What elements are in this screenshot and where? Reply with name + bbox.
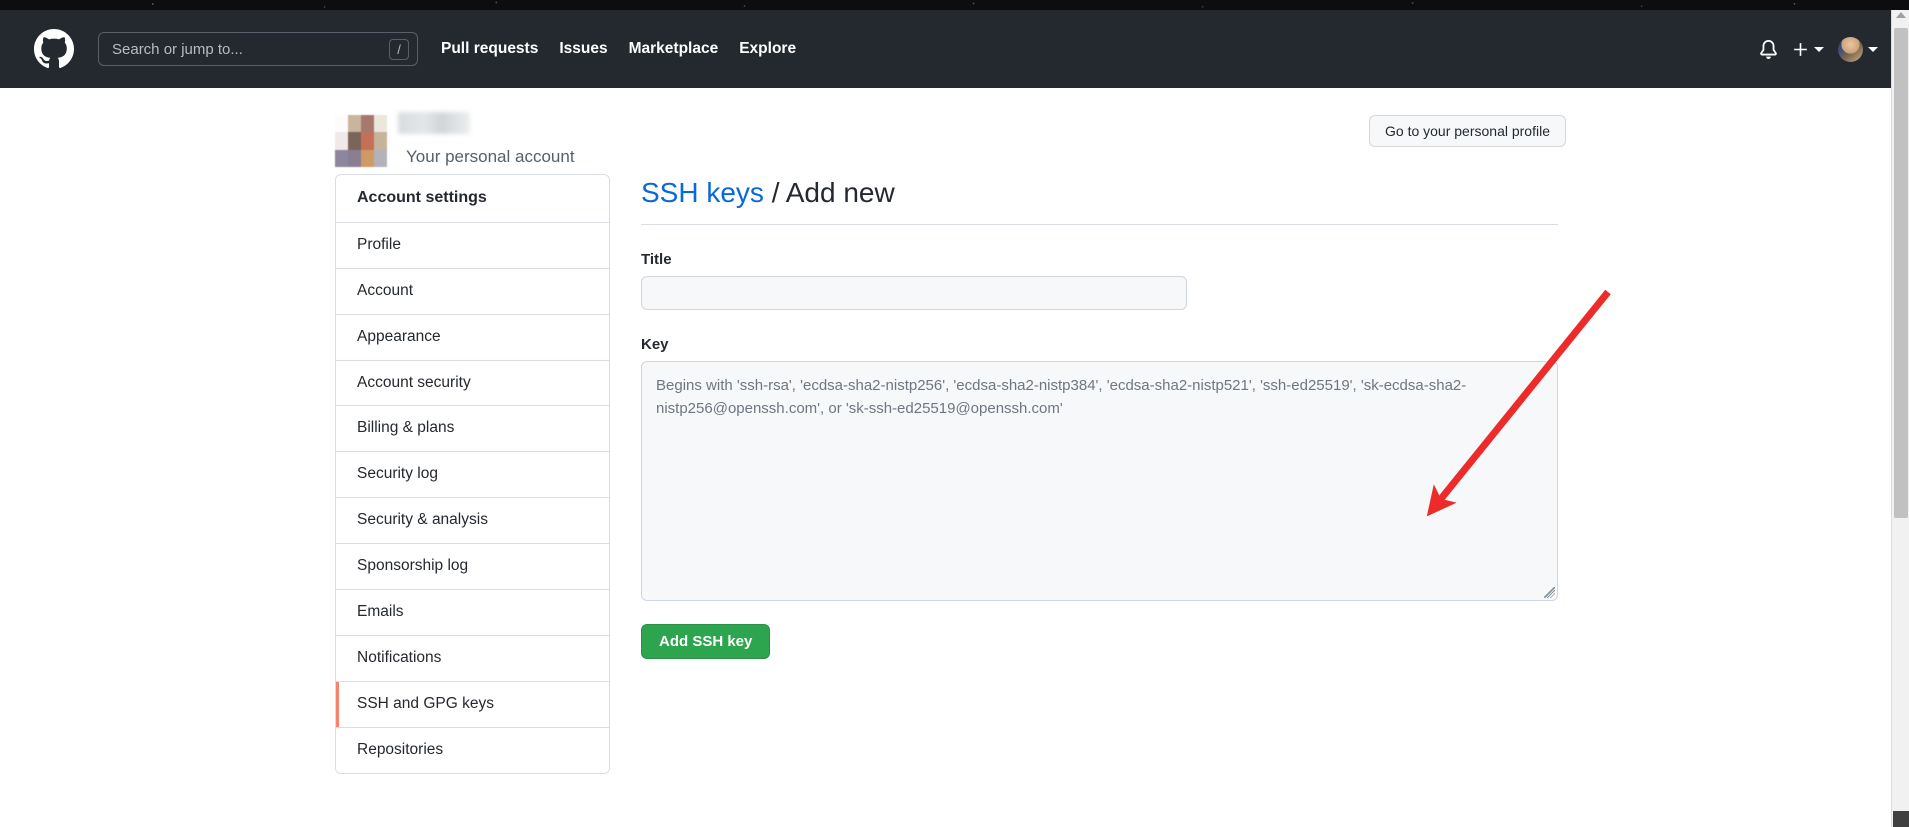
go-to-personal-profile-button[interactable]: Go to your personal profile [1369,115,1566,147]
account-subtitle: Your personal account [406,147,575,166]
github-mark-icon[interactable] [34,29,74,69]
sidebar-item-account-security[interactable]: Account security [336,360,609,407]
sidebar-item-appearance[interactable]: Appearance [336,314,609,361]
sidebar-item-billing-and-plans[interactable]: Billing & plans [336,406,609,453]
page-title: SSH keys / Add new [641,175,1558,225]
username-redacted [398,112,470,134]
nav-item-marketplace[interactable]: Marketplace [629,40,719,58]
ssh-keys-breadcrumb-link[interactable]: SSH keys [641,177,764,208]
nav-item-pull-requests[interactable]: Pull requests [441,40,538,58]
settings-sidebar: Account settings Profile Account Appeara… [335,174,610,774]
sidebar-item-security-log[interactable]: Security log [336,452,609,499]
browser-top-strip [0,0,1909,10]
sidebar-item-notifications[interactable]: Notifications [336,636,609,683]
user-menu-button[interactable] [1831,33,1885,66]
pixelated-avatar[interactable] [335,115,387,167]
sidebar-item-repositories[interactable]: Repositories [336,727,609,773]
browser-strip-texture [0,0,1909,10]
create-new-button[interactable] [1785,37,1831,62]
avatar [1838,36,1863,62]
settings-layout: Account settings Profile Account Appeara… [335,174,1566,774]
sidebar-item-profile[interactable]: Profile [336,222,609,269]
scrollbar-thumb[interactable] [1894,28,1908,518]
title-input[interactable] [641,276,1187,310]
nav-item-issues[interactable]: Issues [559,40,607,58]
browser-screen: Search or jump to... / Pull requests Iss… [0,0,1909,827]
sidebar-item-sponsorship-log[interactable]: Sponsorship log [336,544,609,591]
sidebar-item-account[interactable]: Account [336,268,609,315]
sidebar-item-emails[interactable]: Emails [336,590,609,637]
account-header: Your personal account Go to your persona… [335,104,1566,170]
sidebar-heading: Account settings [336,175,609,223]
chevron-down-icon [1868,46,1878,52]
key-textarea[interactable] [641,361,1558,601]
account-identity: Your personal account [335,104,575,170]
header-actions [1752,33,1885,66]
breadcrumb-separator: / [771,177,780,208]
key-field-label: Key [641,336,669,353]
key-textarea-wrapper [641,361,1558,601]
chevron-down-icon [1814,46,1824,52]
scrollbar-corner [1893,811,1909,827]
browser-scrollbar[interactable] [1891,10,1909,827]
page-body: Your personal account Go to your persona… [0,88,1891,827]
nav-item-explore[interactable]: Explore [739,40,796,58]
bell-icon [1759,39,1778,59]
search-shortcut-badge: / [389,38,409,60]
main-content: SSH keys / Add new Title Key Add SSH key [641,174,1566,774]
title-field-label: Title [641,251,672,268]
github-global-header: Search or jump to... / Pull requests Iss… [0,10,1909,88]
plus-icon [1792,41,1809,58]
sidebar-item-ssh-and-gpg-keys[interactable]: SSH and GPG keys [336,682,609,728]
page-title-current: Add new [785,177,895,208]
scroll-up-arrow-icon[interactable] [1896,12,1906,18]
search-placeholder-text: Search or jump to... [112,41,243,57]
notifications-button[interactable] [1752,36,1785,63]
sidebar-item-security-and-analysis[interactable]: Security & analysis [336,498,609,545]
add-ssh-key-button[interactable]: Add SSH key [641,624,771,659]
global-nav: Pull requests Issues Marketplace Explore [441,40,796,58]
search-input[interactable]: Search or jump to... / [98,32,418,66]
